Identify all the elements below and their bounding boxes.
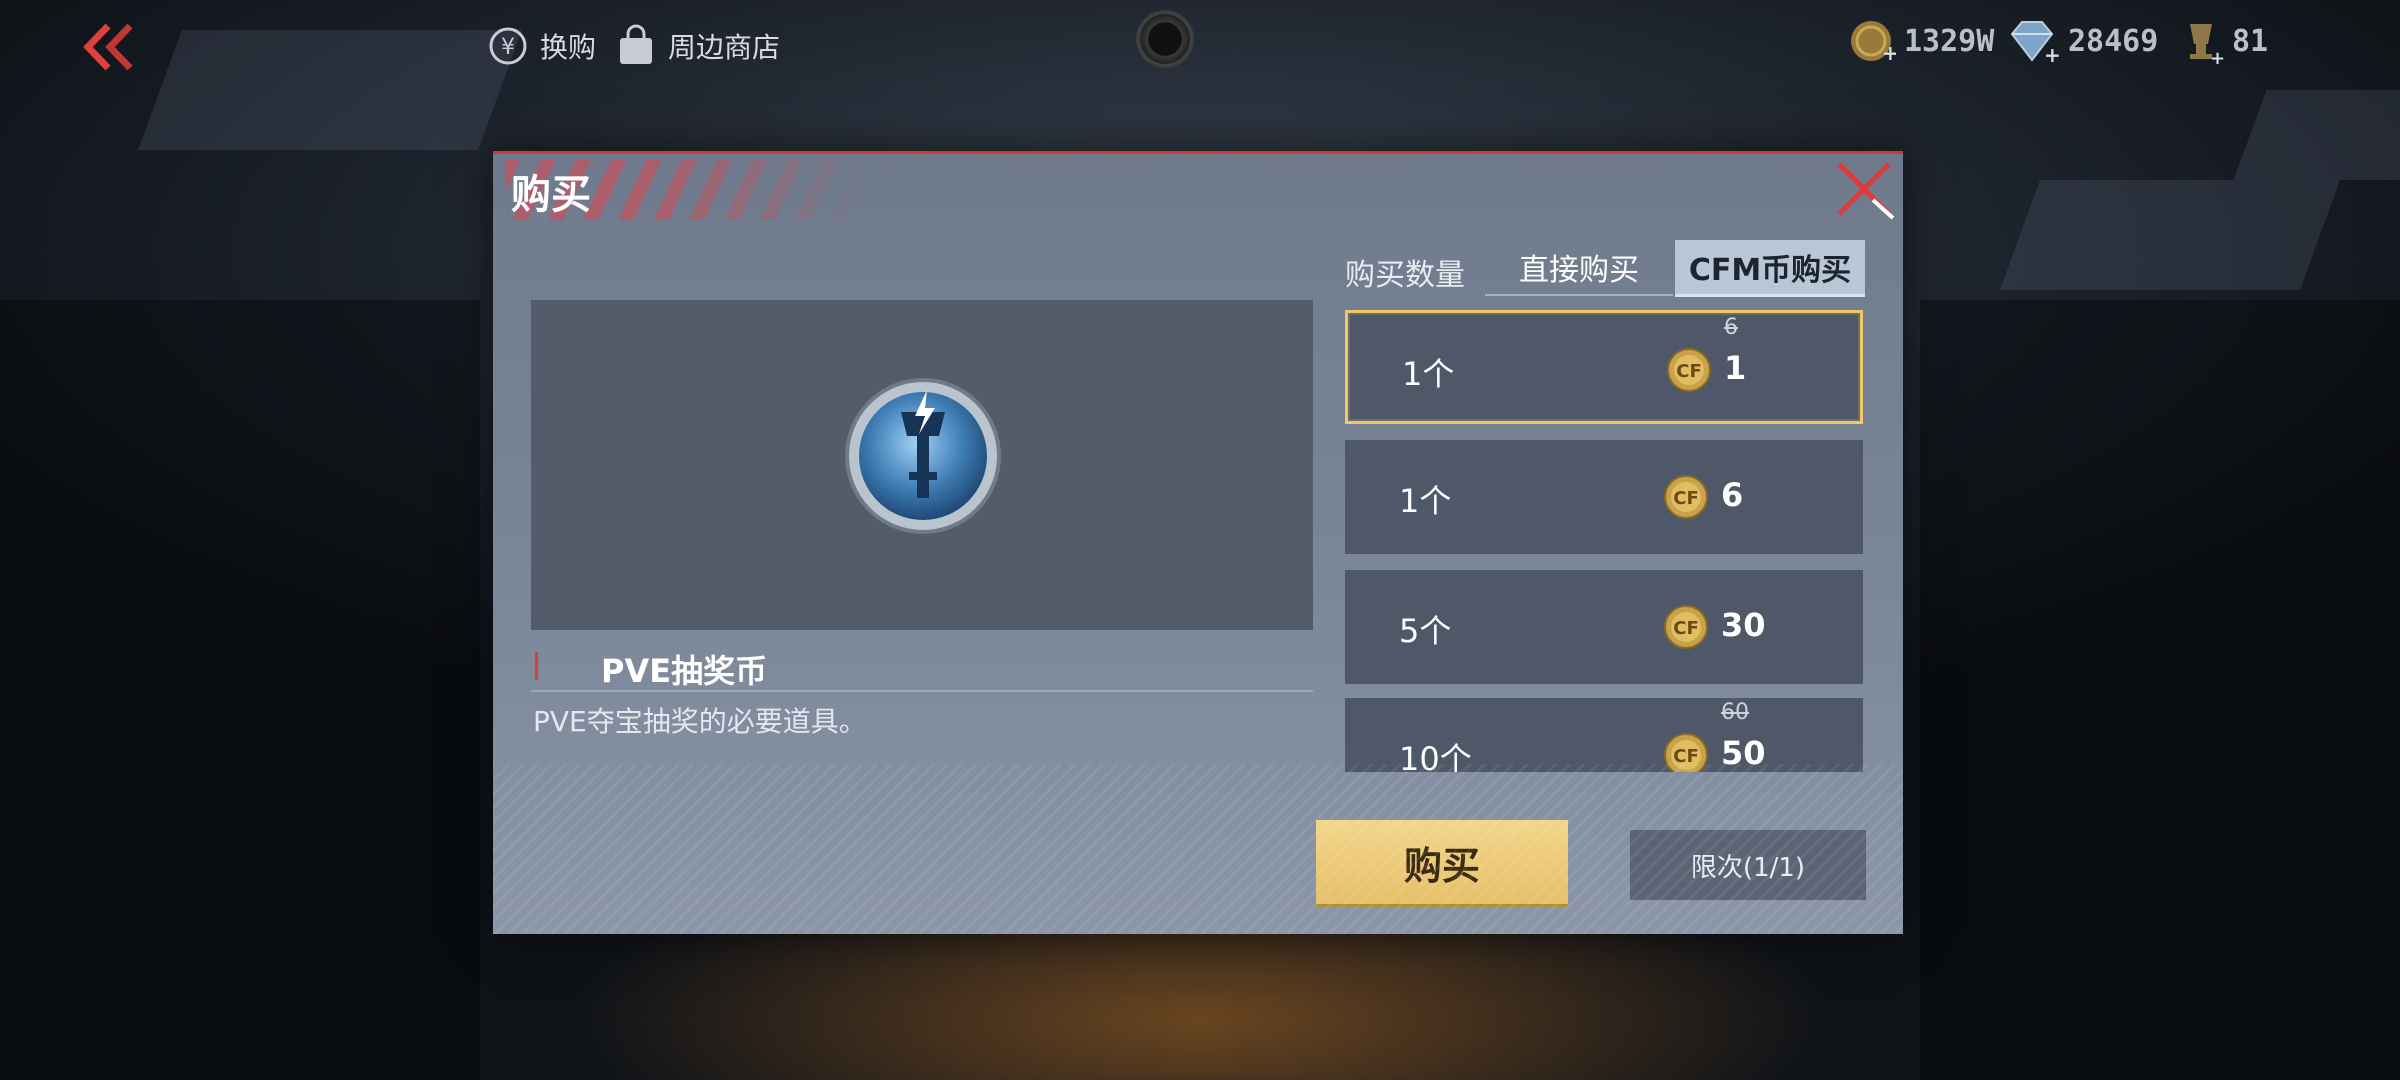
bg-shadow-right [1920,300,2400,1080]
purchase-dialog: 购买 PVE抽奖币 PVE夺宝抽奖的必要道具。 购买数量 直接购买 CFM币购买… [493,151,1903,934]
svg-text:+: + [2210,48,2224,66]
svg-text:CF: CF [1673,618,1699,639]
item-name-row: PVE抽奖币 [531,644,1313,692]
exchange-icon: ¥ [486,24,530,68]
diamond-currency[interactable]: + 28469 [2004,12,2158,70]
shopping-bag-icon [614,24,658,68]
option-price: 50 [1721,734,1766,772]
cfm-coin-icon: CF [1667,348,1711,392]
svg-text:CF: CF [1673,488,1699,509]
bg-light-panel-far-right [2233,90,2400,180]
option-quantity: 1个 [1402,355,1455,393]
accent-marker [535,652,538,680]
exchange-link[interactable]: ¥ 换购 [486,18,596,74]
trophy-token-icon: + [2190,24,2224,66]
purchase-limit-badge: 限次(1/1) [1630,830,1866,900]
option-original-price: 60 [1721,700,1749,725]
option-quantity: 1个 [1399,482,1452,520]
gold-coin-icon: + [1851,21,1896,65]
quantity-option[interactable]: 1个 CF 6 [1345,440,1863,554]
quantity-option[interactable]: 1个 CF 6 1 [1345,310,1863,424]
tab-cfm-coin-purchase[interactable]: CFM币购买 [1675,240,1865,297]
gold-amount: 1329W [1904,23,1995,59]
quantity-option[interactable]: 5个 CF 30 [1345,570,1863,684]
option-quantity: 10个 [1399,740,1472,772]
shop-label: 周边商店 [668,31,781,64]
top-bar: ¥ 换购 周边商店 + 1329W + 28469 + 81 [0,0,2400,90]
back-button[interactable] [78,20,148,75]
pve-lottery-coin-icon [845,378,1001,534]
option-quantity: 5个 [1399,612,1452,650]
diamond-amount: 28469 [2068,23,2159,59]
svg-text:CF: CF [1676,361,1702,382]
item-preview [531,300,1313,630]
quantity-option[interactable]: 10个 CF 60 50 [1345,698,1863,772]
cfm-coin-icon: CF [1664,605,1708,649]
svg-text:¥: ¥ [501,35,515,60]
buy-button[interactable]: 购买 [1316,820,1568,904]
double-chevron-left-icon [83,23,133,71]
option-price: 30 [1721,606,1766,644]
svg-text:CF: CF [1673,746,1699,767]
close-icon [1837,162,1895,220]
item-description: PVE夺宝抽奖的必要道具。 [533,705,867,738]
exchange-label: 换购 [540,31,597,64]
quantity-label: 购买数量 [1345,258,1465,293]
cfm-coin-icon: CF [1664,733,1708,772]
bg-shadow-left [0,300,480,1080]
token-currency[interactable]: + 81 [2178,12,2268,70]
tab-direct-purchase[interactable]: 直接购买 [1485,240,1673,296]
close-button[interactable] [1833,158,1897,222]
token-amount: 81 [2232,23,2269,59]
svg-text:+: + [1882,41,1896,65]
bg-light-panel-right [1999,180,2341,290]
dialog-title: 购买 [511,172,591,218]
gold-currency[interactable]: + 1329W [1846,12,1994,70]
shop-link[interactable]: 周边商店 [614,18,780,74]
option-price: 6 [1721,476,1744,514]
cfm-coin-icon: CF [1664,475,1708,519]
option-original-price: 6 [1724,315,1738,340]
diamond-icon: + [2010,21,2060,66]
svg-text:+: + [2044,43,2060,66]
item-name: PVE抽奖币 [601,652,768,690]
option-price: 1 [1724,349,1747,387]
